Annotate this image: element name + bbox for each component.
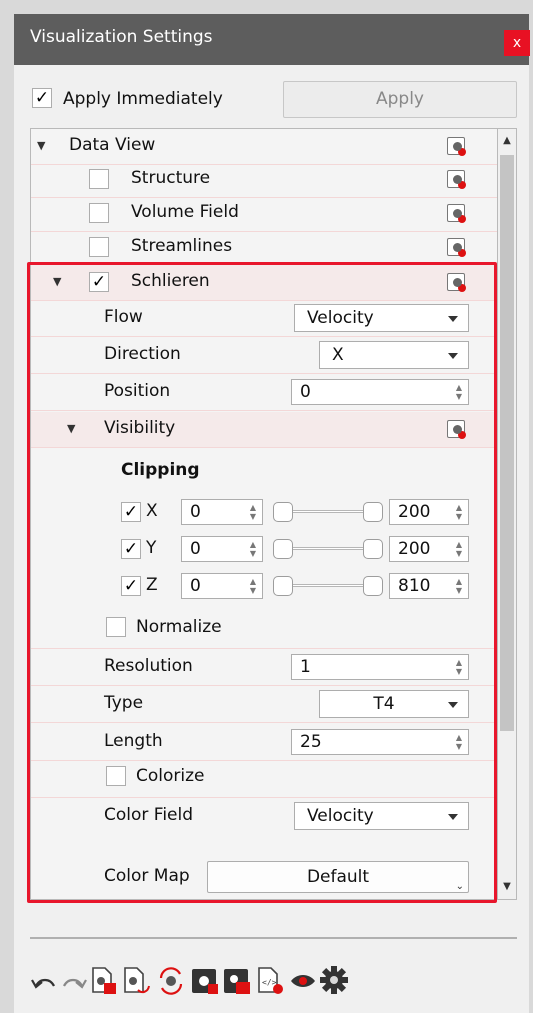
reload-icon[interactable] (156, 966, 186, 996)
refresh-document-icon[interactable] (122, 966, 152, 996)
collapse-arrow-icon[interactable]: ▼ (37, 139, 45, 152)
volume-field-label: Volume Field (131, 202, 239, 222)
data-view-row[interactable]: ▼ Data View (31, 129, 497, 165)
scroll-down-icon[interactable]: ▼ (498, 877, 516, 897)
window-title: Visualization Settings (30, 27, 213, 47)
redo-icon[interactable] (60, 970, 88, 996)
tree-item-volume-field[interactable]: Volume Field (31, 196, 497, 232)
close-button[interactable]: x (504, 30, 530, 56)
scrollbar-thumb[interactable] (500, 155, 514, 731)
reset-settings-icon[interactable] (447, 204, 466, 223)
gear-icon[interactable] (318, 964, 350, 996)
tree-item-structure[interactable]: Structure (31, 162, 497, 198)
streamlines-checkbox[interactable] (89, 237, 109, 257)
tree-item-streamlines[interactable]: Streamlines (31, 230, 497, 266)
code-document-icon[interactable]: </> (256, 966, 286, 996)
volume-field-checkbox[interactable] (89, 203, 109, 223)
reset-settings-icon[interactable] (447, 238, 466, 257)
dark-settings-remove-icon[interactable] (190, 966, 220, 996)
undo-icon[interactable] (30, 970, 58, 996)
reset-settings-icon[interactable] (447, 170, 466, 189)
scroll-up-icon[interactable]: ▲ (498, 131, 516, 151)
apply-button[interactable]: Apply (283, 81, 517, 118)
highlight-box (27, 262, 497, 903)
structure-label: Structure (131, 168, 211, 188)
eye-icon[interactable] (288, 966, 318, 996)
title-bar: Visualization Settings x (14, 14, 530, 65)
toolbar-divider (30, 937, 517, 939)
reset-settings-icon[interactable] (447, 137, 466, 156)
tree-scrollbar[interactable]: ▲ ▼ (498, 128, 517, 900)
remove-document-icon[interactable] (90, 966, 118, 996)
apply-immediately-checkbox[interactable]: ✓ (32, 88, 52, 108)
apply-immediately-label: Apply Immediately (63, 89, 223, 109)
data-view-label: Data View (69, 135, 156, 155)
structure-checkbox[interactable] (89, 169, 109, 189)
dark-settings-red-icon[interactable] (222, 966, 252, 996)
streamlines-label: Streamlines (131, 236, 233, 256)
